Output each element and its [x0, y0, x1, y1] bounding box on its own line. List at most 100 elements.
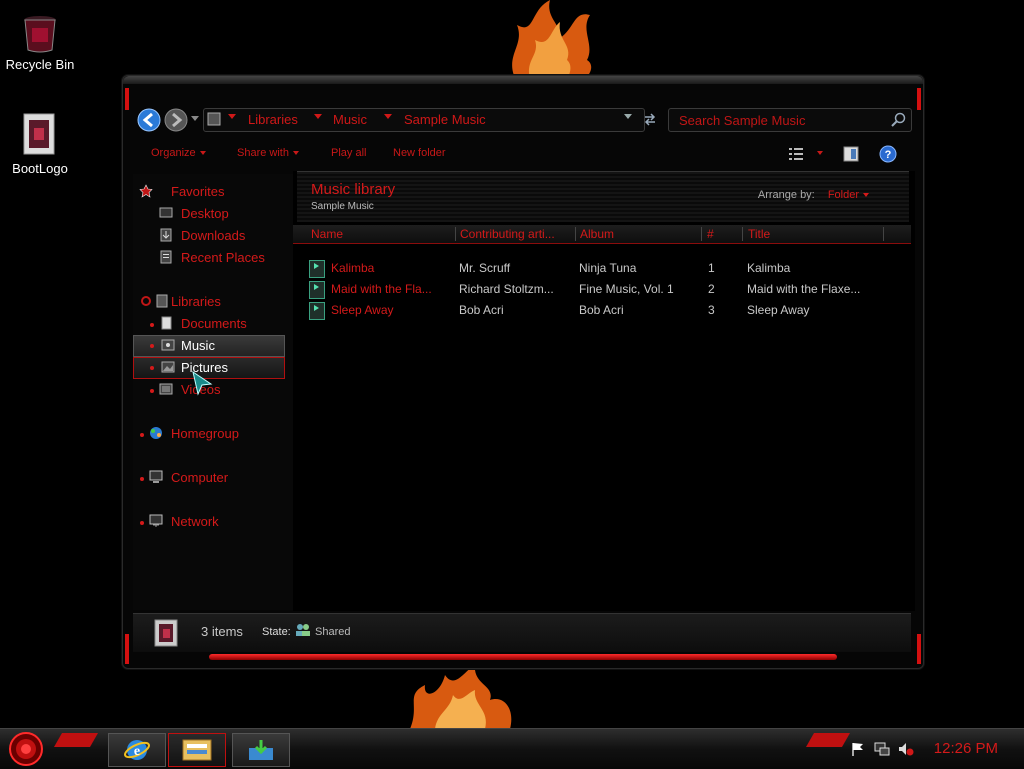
window-accent [917, 88, 921, 110]
expand-arrow-icon[interactable] [140, 477, 144, 481]
file-title: Maid with the Flaxe... [747, 282, 861, 296]
column-divider[interactable] [575, 227, 576, 241]
libraries-icon [207, 112, 221, 126]
column-track-number[interactable]: # [707, 227, 727, 241]
taskbar-clock[interactable]: 12:26 PM [934, 740, 998, 757]
nav-desktop[interactable]: Desktop [159, 204, 287, 224]
search-box[interactable] [668, 108, 912, 132]
column-title[interactable]: Title [748, 227, 868, 241]
recent-places-icon [160, 250, 172, 264]
file-list: Kalimba Mr. Scruff Ninja Tuna 1 Kalimba … [293, 254, 911, 334]
desktop-icon-bootlogo[interactable]: BootLogo [0, 110, 80, 176]
svg-text:?: ? [885, 149, 892, 161]
taskbar-download-app[interactable] [232, 733, 290, 767]
desktop-icon-recycle-bin[interactable]: Recycle Bin [0, 14, 80, 72]
column-divider[interactable] [455, 227, 456, 241]
nav-videos[interactable]: Videos [159, 380, 287, 400]
taskbar-windows-explorer[interactable] [168, 733, 226, 767]
file-row[interactable]: Sleep Away Bob Acri Bob Acri 3 Sleep Awa… [293, 300, 911, 320]
view-options-icon[interactable] [789, 147, 805, 161]
arrange-by-value: Folder [827, 189, 859, 201]
breadcrumb-arrow[interactable] [314, 114, 322, 119]
command-bar: Organize Share with Play all New folder … [133, 142, 913, 166]
nav-documents[interactable]: Documents [159, 314, 287, 334]
expand-arrow-icon[interactable] [150, 389, 154, 393]
nav-favorites[interactable]: Favorites [139, 182, 289, 202]
details-pane: 3 items State: Shared [133, 613, 911, 652]
nav-network[interactable]: Network [149, 512, 287, 532]
pictures-icon [161, 361, 175, 373]
arrange-by-label: Arrange by: [757, 189, 815, 201]
explorer-window: Libraries Music Sample Music Organize Sh… [122, 75, 924, 669]
window-accent [917, 634, 921, 664]
column-album[interactable]: Album [580, 227, 680, 241]
windows-explorer-icon [182, 739, 212, 761]
share-with-menu[interactable]: Share with [237, 147, 299, 159]
volume-muted-icon[interactable] [898, 741, 914, 757]
file-row[interactable]: Kalimba Mr. Scruff Ninja Tuna 1 Kalimba [293, 258, 911, 278]
new-folder-button[interactable]: New folder [393, 147, 446, 159]
expand-arrow-icon[interactable] [150, 366, 154, 370]
column-artist[interactable]: Contributing arti... [460, 227, 555, 241]
search-icon[interactable] [891, 112, 906, 127]
search-input[interactable] [677, 111, 886, 129]
nav-label: Computer [171, 470, 229, 485]
column-divider[interactable] [883, 227, 884, 241]
expand-arrow-icon[interactable] [140, 433, 144, 437]
flame-decoration [410, 665, 512, 729]
taskbar-red-accent [806, 733, 850, 747]
recent-pages-dropdown[interactable] [191, 116, 199, 122]
state-label: State: [262, 626, 291, 638]
view-options-dropdown[interactable] [813, 147, 823, 159]
nav-recent-places[interactable]: Recent Places [159, 248, 287, 268]
window-accent [125, 88, 129, 110]
file-title: Kalimba [747, 261, 791, 275]
column-divider[interactable] [701, 227, 702, 241]
libraries-icon [156, 294, 168, 308]
videos-icon [159, 383, 173, 395]
expand-arrow-icon[interactable] [140, 521, 144, 525]
preview-pane-icon[interactable] [843, 146, 859, 162]
file-row[interactable]: Maid with the Fla... Richard Stoltzm... … [293, 279, 911, 299]
breadcrumb-music[interactable]: Music [333, 112, 367, 127]
refresh-icon[interactable] [642, 111, 658, 127]
address-history-dropdown[interactable] [624, 114, 632, 119]
svg-text:e: e [134, 744, 140, 759]
breadcrumb-arrow[interactable] [228, 114, 236, 119]
desktop-icon-label: Recycle Bin [5, 57, 75, 72]
arrange-by-dropdown[interactable]: Folder [828, 189, 869, 201]
taskbar-internet-explorer[interactable]: e [108, 733, 166, 767]
start-button[interactable] [6, 731, 46, 767]
breadcrumb-arrow[interactable] [384, 114, 392, 119]
nav-music[interactable]: Music [133, 335, 285, 357]
shared-users-icon [296, 624, 310, 636]
nav-computer[interactable]: Computer [149, 468, 287, 488]
breadcrumb-libraries[interactable]: Libraries [248, 112, 298, 127]
network-icon [149, 514, 163, 527]
file-artist: Mr. Scruff [459, 261, 511, 275]
music-icon [161, 339, 175, 351]
help-icon[interactable]: ? [879, 145, 897, 163]
column-name[interactable]: Name [311, 227, 431, 241]
library-thumbnail-icon [154, 619, 178, 647]
play-all-button[interactable]: Play all [331, 147, 366, 159]
taskbar: e 12:26 PM [0, 728, 1024, 769]
expand-arrow-icon[interactable] [150, 323, 154, 327]
recycle-bin-icon [24, 16, 56, 53]
address-bar[interactable]: Libraries Music Sample Music [203, 108, 656, 132]
file-row[interactable] [293, 333, 911, 353]
nav-downloads[interactable]: Downloads [159, 226, 287, 246]
nav-libraries[interactable]: Libraries [139, 292, 289, 312]
expand-arrow-icon[interactable] [150, 344, 154, 348]
nav-homegroup[interactable]: Homegroup [149, 424, 287, 444]
back-button[interactable] [137, 108, 161, 132]
breadcrumb-sample-music[interactable]: Sample Music [404, 112, 486, 127]
library-title: Music library [311, 181, 396, 198]
taskbar-red-accent [54, 733, 98, 747]
network-tray-icon[interactable] [874, 741, 890, 757]
file-track: 3 [708, 303, 715, 317]
column-divider[interactable] [742, 227, 743, 241]
forward-button[interactable] [164, 108, 188, 132]
organize-menu[interactable]: Organize [151, 147, 206, 159]
action-center-flag-icon[interactable] [850, 741, 866, 757]
